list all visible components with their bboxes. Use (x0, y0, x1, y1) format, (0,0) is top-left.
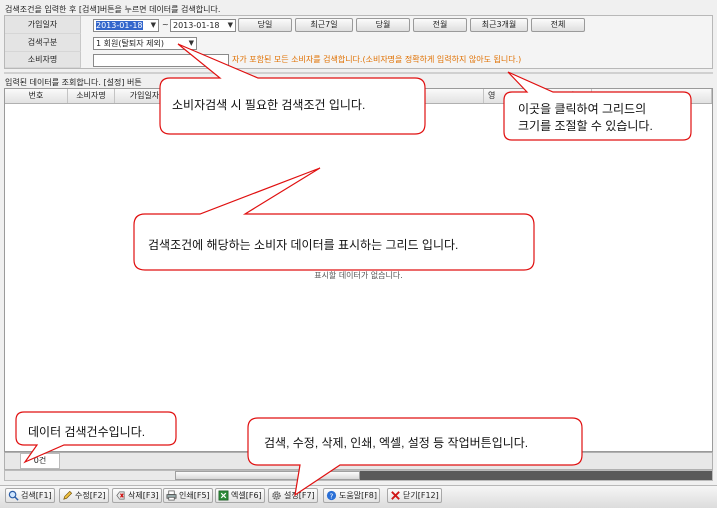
callout-count-text: 데이터 검색건수입니다. (28, 425, 146, 439)
callout-resize-grid-text-2: 크기를 조절할 수 있습니다. (518, 119, 653, 133)
callout-grid-description (133, 167, 535, 271)
callout-buttons-text: 검색, 수정, 삭제, 인쇄, 엑셀, 설정 등 작업버튼입니다. (264, 436, 529, 450)
callout-search-condition-text: 소비자검색 시 필요한 검색조건 입니다. (172, 98, 366, 112)
callout-search-condition (159, 43, 426, 135)
callout-resize-grid-text-1: 이곳을 클릭하여 그리드의 (518, 102, 647, 116)
callout-buttons (247, 417, 583, 497)
callout-grid-description-text: 검색조건에 해당하는 소비자 데이터를 표시하는 그리드 입니다. (148, 238, 459, 252)
